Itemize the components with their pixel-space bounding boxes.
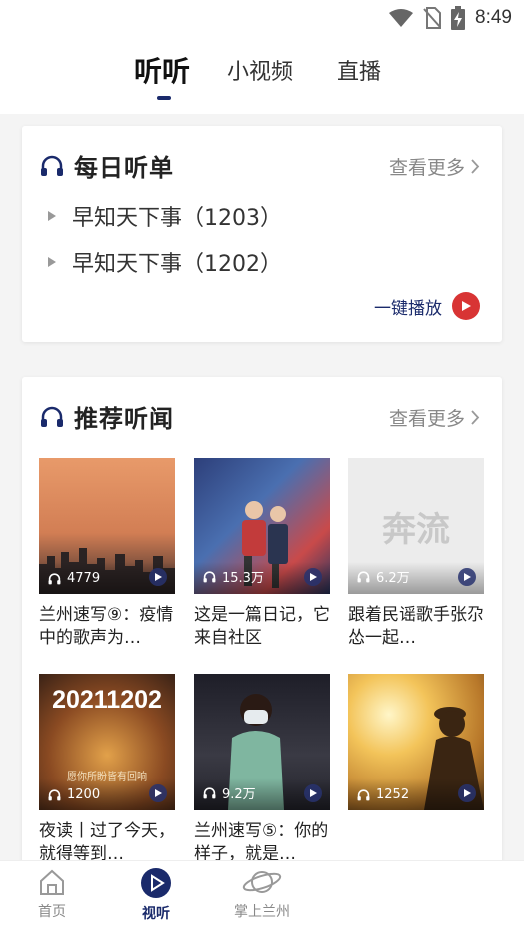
listen-count-value: 9.2万 bbox=[222, 787, 256, 802]
play-icon bbox=[458, 784, 476, 802]
status-icons: 8:49 bbox=[389, 6, 512, 30]
daily-item[interactable]: 早知天下事（1202） bbox=[48, 246, 282, 278]
bottom-nav: 首页 视听 掌上兰州 bbox=[0, 860, 524, 934]
battery-charging-icon bbox=[451, 6, 466, 30]
recommended-more-link[interactable]: 查看更多 bbox=[389, 404, 480, 431]
headphones-icon bbox=[203, 570, 216, 582]
daily-list-header: 每日听单 bbox=[40, 148, 174, 183]
play-icon bbox=[149, 784, 167, 802]
listen-count-value: 6.2万 bbox=[376, 571, 410, 586]
recommended-thumbnail[interactable]: 奔流 6.2万 bbox=[348, 458, 484, 594]
listen-count: 1252 bbox=[357, 787, 409, 802]
nav-audio-video-label: 视听 bbox=[142, 906, 170, 922]
daily-item[interactable]: 早知天下事（1203） bbox=[48, 200, 282, 232]
status-bar: 8:49 bbox=[0, 0, 524, 36]
headphones-icon bbox=[48, 572, 61, 584]
triangle-play-icon bbox=[48, 211, 56, 221]
status-time: 8:49 bbox=[475, 7, 512, 28]
recommended-header: 推荐听闻 bbox=[40, 399, 174, 434]
daily-list-title: 每日听单 bbox=[74, 154, 174, 182]
play-icon bbox=[304, 568, 322, 586]
tab-live[interactable]: 直播 bbox=[337, 54, 381, 86]
daily-item-label: 早知天下事（1203） bbox=[72, 206, 282, 231]
play-all-button[interactable]: 一键播放 bbox=[374, 292, 480, 320]
recommended-thumbnail[interactable]: 9.2万 bbox=[194, 674, 330, 810]
thumbnail-text: 奔流 bbox=[382, 510, 450, 550]
listen-count: 4779 bbox=[48, 571, 100, 586]
daily-list-card: 每日听单 查看更多 早知天下事（1203） 早知天下事（1202） 一键播放 bbox=[22, 126, 502, 342]
recommended-item-title[interactable]: 跟着民谣歌手张尕怂一起… bbox=[348, 604, 488, 650]
play-icon bbox=[458, 568, 476, 586]
daily-more-label: 查看更多 bbox=[388, 157, 465, 179]
planet-icon bbox=[242, 871, 282, 893]
wifi-icon bbox=[389, 9, 414, 27]
listen-count-value: 4779 bbox=[67, 571, 101, 586]
recommended-title: 推荐听闻 bbox=[74, 405, 174, 433]
listen-count-value: 1200 bbox=[67, 787, 101, 802]
listen-count: 6.2万 bbox=[357, 567, 410, 586]
recommended-item-title[interactable]: 兰州速写⑨：疫情中的歌声为… bbox=[39, 604, 179, 650]
recommended-thumbnail[interactable]: 15.3万 bbox=[194, 458, 330, 594]
headphones-icon bbox=[41, 406, 63, 427]
listen-count-value: 1252 bbox=[376, 787, 410, 802]
recommended-item-title[interactable]: 这是一篇日记，它来自社区 bbox=[194, 604, 334, 650]
headphones-icon bbox=[203, 786, 216, 798]
active-tab-indicator bbox=[157, 96, 171, 100]
daily-more-link[interactable]: 查看更多 bbox=[389, 153, 480, 180]
daily-item-label: 早知天下事（1202） bbox=[72, 252, 282, 277]
listen-count: 15.3万 bbox=[203, 567, 264, 586]
play-circle-icon bbox=[452, 292, 480, 320]
recommended-more-label: 查看更多 bbox=[388, 408, 465, 430]
headphones-icon bbox=[357, 570, 370, 582]
headphones-icon bbox=[41, 155, 63, 176]
tab-listen[interactable]: 听听 bbox=[134, 50, 190, 90]
listen-count: 9.2万 bbox=[203, 783, 256, 802]
chevron-right-icon bbox=[471, 159, 480, 174]
headphones-icon bbox=[357, 788, 370, 800]
nav-home-label: 首页 bbox=[38, 904, 66, 920]
nav-audio-video[interactable]: 视听 bbox=[96, 867, 216, 923]
headphones-icon bbox=[48, 788, 61, 800]
play-all-label: 一键播放 bbox=[374, 298, 442, 319]
play-icon bbox=[304, 784, 322, 802]
tab-short-video[interactable]: 小视频 bbox=[227, 54, 293, 86]
thumbnail-date-text: 20211202 bbox=[52, 686, 162, 714]
nav-lanzhou-label: 掌上兰州 bbox=[234, 904, 290, 920]
top-tabs: 听听 小视频 直播 bbox=[0, 36, 524, 114]
play-icon bbox=[141, 868, 171, 898]
recommended-card: 推荐听闻 查看更多 4779 兰州速写⑨：疫情中的歌声为… 15.3万 这是一篇… bbox=[22, 377, 502, 877]
recommended-thumbnail[interactable]: 1252 bbox=[348, 674, 484, 810]
no-sim-icon bbox=[423, 7, 442, 29]
home-icon bbox=[40, 869, 64, 895]
listen-count-value: 15.3万 bbox=[222, 571, 264, 586]
recommended-thumbnail[interactable]: 4779 bbox=[39, 458, 175, 594]
play-icon bbox=[149, 568, 167, 586]
chevron-right-icon bbox=[471, 410, 480, 425]
recommended-thumbnail[interactable]: 20211202 愿你所盼皆有回响 1200 bbox=[39, 674, 175, 810]
triangle-play-icon bbox=[48, 257, 56, 267]
nav-lanzhou[interactable]: 掌上兰州 bbox=[202, 867, 322, 921]
listen-count: 1200 bbox=[48, 787, 100, 802]
